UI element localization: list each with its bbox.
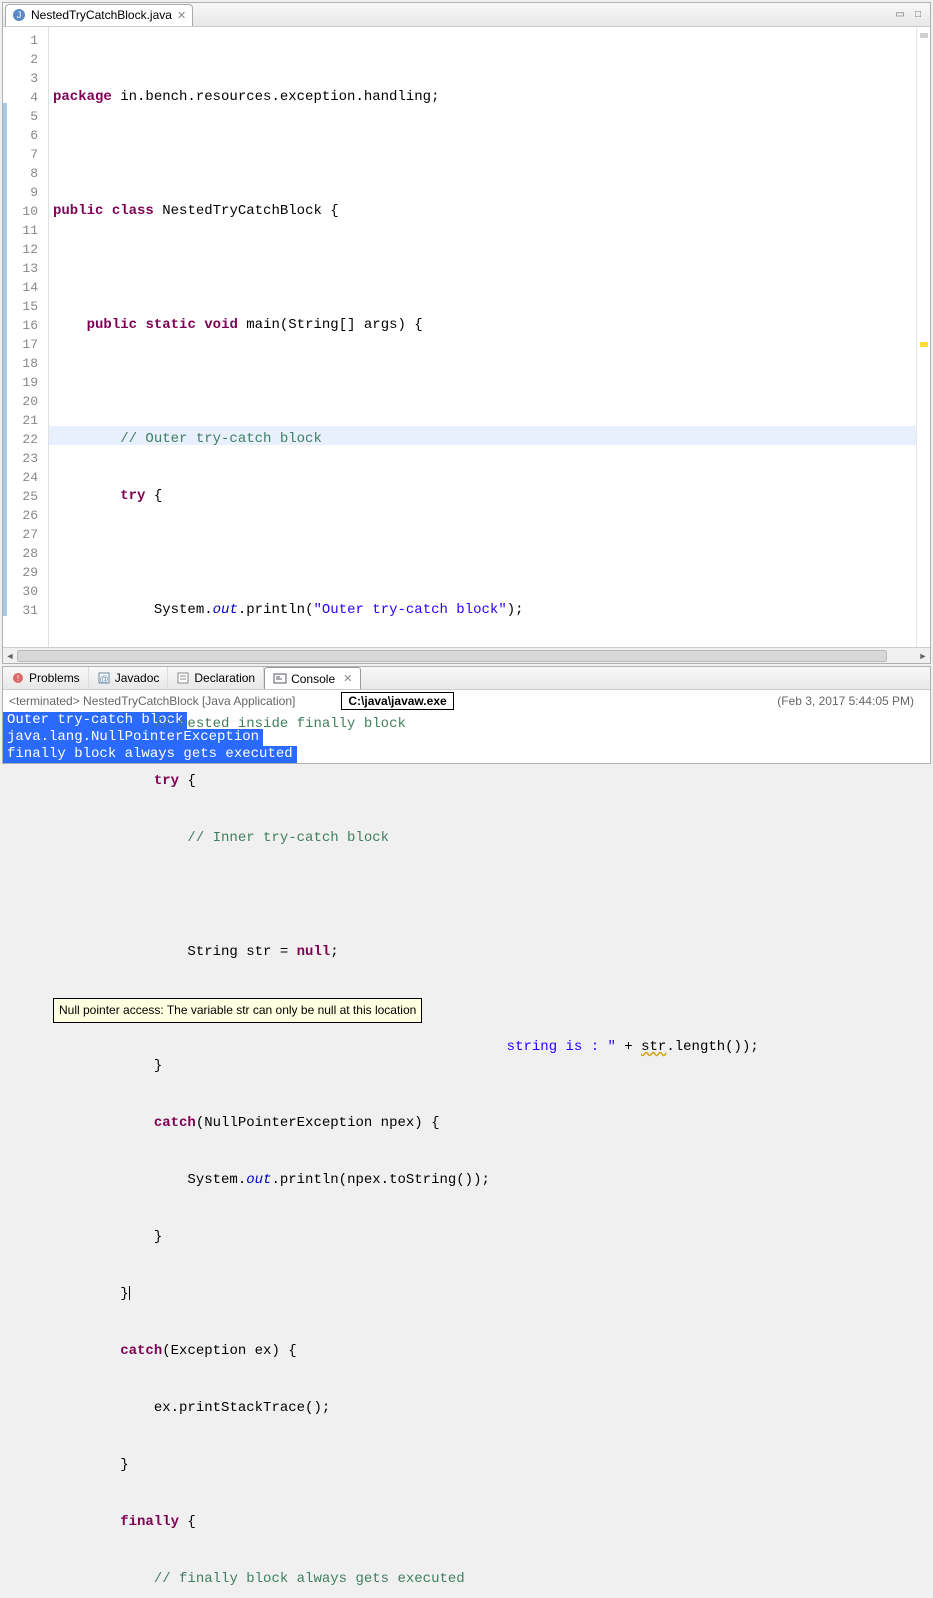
text: .println(npex.toString()); bbox=[271, 1172, 489, 1188]
kw: void bbox=[204, 317, 238, 333]
field: out bbox=[246, 1172, 271, 1188]
kw: finally bbox=[120, 1514, 179, 1530]
text: in.bench.resources.exception.handling; bbox=[112, 89, 440, 105]
kw: try bbox=[120, 488, 145, 504]
code-container: 1 2 3 4 5 6 7 8 9 10 11 12 13 14 15 16 1… bbox=[3, 27, 930, 647]
text: main(String[] args) { bbox=[238, 317, 423, 333]
field: out bbox=[213, 602, 238, 618]
text: (Exception ex) { bbox=[162, 1343, 296, 1359]
line-number: 17 bbox=[3, 335, 48, 354]
text: String str = bbox=[187, 944, 296, 960]
line-number: 31 bbox=[3, 601, 48, 620]
text-cursor bbox=[129, 1286, 130, 1302]
ruler-mark bbox=[920, 33, 928, 38]
line-number: 16 bbox=[3, 316, 48, 335]
line-number: 14 bbox=[3, 278, 48, 297]
line-number: 9 bbox=[3, 183, 48, 202]
text: { bbox=[145, 488, 162, 504]
text: System. bbox=[154, 602, 213, 618]
comment: // finally block always gets executed bbox=[154, 1571, 465, 1587]
line-number: 12 bbox=[3, 240, 48, 259]
kw: try bbox=[154, 773, 179, 789]
text: ; bbox=[330, 944, 338, 960]
scroll-thumb[interactable] bbox=[17, 650, 887, 662]
scroll-left-icon[interactable]: ◄ bbox=[3, 649, 17, 663]
ruler-warning-mark[interactable] bbox=[920, 342, 928, 347]
text: { bbox=[179, 773, 196, 789]
svg-text:J: J bbox=[17, 10, 22, 20]
line-number: 6 bbox=[3, 126, 48, 145]
line-number: 24 bbox=[3, 468, 48, 487]
line-number: 13 bbox=[3, 259, 48, 278]
text: } bbox=[120, 1286, 128, 1302]
kw: public bbox=[53, 203, 103, 219]
line-number: 25 bbox=[3, 487, 48, 506]
text: NestedTryCatchBlock { bbox=[154, 203, 339, 219]
line-number: 18 bbox=[3, 354, 48, 373]
text: + bbox=[616, 1039, 641, 1055]
text: } bbox=[120, 1457, 128, 1473]
line-number: 5 bbox=[3, 107, 48, 126]
horizontal-scrollbar[interactable]: ◄ ► bbox=[3, 647, 930, 663]
line-number: 4 bbox=[3, 88, 48, 107]
java-file-icon: J bbox=[12, 8, 26, 22]
line-number: 29 bbox=[3, 563, 48, 582]
text: System. bbox=[187, 1172, 246, 1188]
line-number: 15 bbox=[3, 297, 48, 316]
text: (NullPointerException npex) { bbox=[196, 1115, 440, 1131]
kw: catch bbox=[154, 1115, 196, 1131]
code-editor[interactable]: package in.bench.resources.exception.han… bbox=[49, 27, 916, 647]
kw: class bbox=[112, 203, 154, 219]
minimize-icon[interactable]: ▭ bbox=[893, 8, 908, 21]
kw: package bbox=[53, 89, 112, 105]
string: "Outer try-catch block" bbox=[313, 602, 506, 618]
line-number: 26 bbox=[3, 506, 48, 525]
problems-icon: ! bbox=[11, 671, 25, 685]
overview-ruler[interactable] bbox=[916, 27, 930, 647]
maximize-icon[interactable]: □ bbox=[912, 8, 924, 21]
line-number: 23 bbox=[3, 449, 48, 468]
line-number: 7 bbox=[3, 145, 48, 164]
editor-tab-bar: J NestedTryCatchBlock.java ✕ ▭ □ bbox=[3, 3, 930, 27]
comment: // Outer try-catch block bbox=[120, 431, 322, 447]
editor-toolbar: ▭ □ bbox=[893, 8, 931, 21]
text: { bbox=[179, 1514, 196, 1530]
kw: null bbox=[297, 944, 331, 960]
text: .println( bbox=[238, 602, 314, 618]
line-number: 28 bbox=[3, 544, 48, 563]
line-number: 10 bbox=[3, 202, 48, 221]
line-number: 3 bbox=[3, 69, 48, 88]
line-number: 11 bbox=[3, 221, 48, 240]
text: ex.printStackTrace(); bbox=[154, 1400, 330, 1416]
comment: // nested inside finally block bbox=[154, 716, 406, 732]
warning-tooltip: Null pointer access: The variable str ca… bbox=[53, 998, 422, 1023]
editor-area: J NestedTryCatchBlock.java ✕ ▭ □ 1 2 3 4… bbox=[2, 2, 931, 664]
text: ); bbox=[507, 602, 524, 618]
line-number: 20 bbox=[3, 392, 48, 411]
kw: catch bbox=[120, 1343, 162, 1359]
line-number: 8 bbox=[3, 164, 48, 183]
kw: static bbox=[145, 317, 195, 333]
line-number: 30 bbox=[3, 582, 48, 601]
line-gutter: 1 2 3 4 5 6 7 8 9 10 11 12 13 14 15 16 1… bbox=[3, 27, 49, 647]
kw: public bbox=[87, 317, 137, 333]
text: } bbox=[154, 1058, 162, 1074]
line-number: 21 bbox=[3, 411, 48, 430]
scroll-right-icon[interactable]: ► bbox=[916, 649, 930, 663]
comment: // Inner try-catch block bbox=[187, 830, 389, 846]
warn-var: str bbox=[641, 1039, 666, 1055]
line-number: 22 bbox=[3, 430, 48, 449]
file-tab-label: NestedTryCatchBlock.java bbox=[31, 8, 172, 22]
line-number: 1 bbox=[3, 31, 48, 50]
text: .length()); bbox=[666, 1039, 758, 1055]
line-number: 27 bbox=[3, 525, 48, 544]
line-number: 2 bbox=[3, 50, 48, 69]
string: string is : " bbox=[498, 1039, 616, 1055]
file-tab[interactable]: J NestedTryCatchBlock.java ✕ bbox=[5, 4, 193, 26]
line-number: 19 bbox=[3, 373, 48, 392]
text: } bbox=[154, 1229, 162, 1245]
close-tab-icon[interactable]: ✕ bbox=[177, 9, 186, 22]
svg-text:!: ! bbox=[17, 674, 19, 683]
